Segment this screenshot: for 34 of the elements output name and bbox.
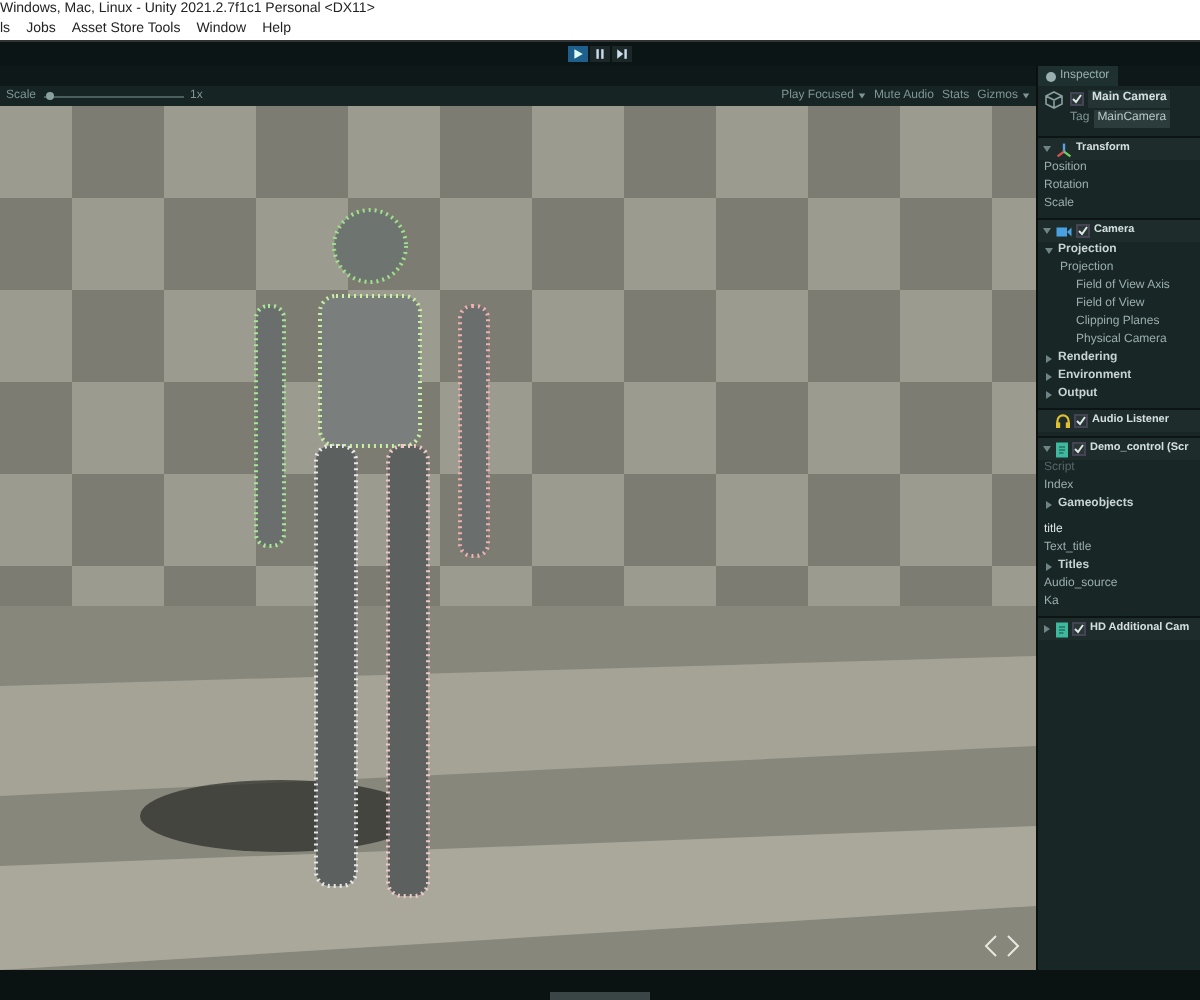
checkbox[interactable]	[1076, 224, 1090, 238]
checkbox[interactable]	[1072, 622, 1086, 636]
collapsed-arrow-icon[interactable]	[1044, 390, 1054, 400]
script-icon	[1056, 621, 1068, 637]
scale-slider[interactable]	[44, 92, 185, 100]
collapsed-arrow-icon[interactable]	[1044, 354, 1054, 364]
slider-thumb[interactable]	[46, 92, 55, 100]
dropdown-caret-icon	[857, 92, 866, 100]
play-button[interactable]	[568, 46, 588, 62]
checkbox[interactable]	[1070, 92, 1084, 106]
script-icon	[1056, 441, 1068, 457]
checkbox[interactable]	[1074, 414, 1088, 428]
expanded-arrow-icon[interactable]	[1042, 444, 1052, 454]
collapsed-arrow-icon[interactable]	[1044, 372, 1054, 382]
step-icon	[616, 48, 628, 60]
dropdown-caret-icon	[1022, 92, 1030, 100]
checkbox[interactable]	[1072, 442, 1086, 456]
play-icon	[572, 48, 584, 60]
collapsed-arrow-icon[interactable]	[1044, 562, 1054, 572]
chevron-left-icon[interactable]	[984, 934, 998, 958]
collapsed-arrow-icon[interactable]	[1044, 500, 1054, 510]
camera-icon	[1056, 225, 1072, 237]
pause-icon	[594, 48, 606, 60]
cube-icon	[1044, 90, 1064, 110]
expanded-arrow-icon[interactable]	[1042, 144, 1052, 154]
headphones-icon	[1056, 414, 1070, 428]
expanded-arrow-icon[interactable]	[1042, 226, 1052, 236]
axes-icon	[1056, 141, 1072, 157]
pause-button[interactable]	[590, 46, 610, 62]
collapsed-arrow-icon[interactable]	[1042, 624, 1052, 634]
step-button[interactable]	[612, 46, 632, 62]
expanded-arrow-icon[interactable]	[1044, 246, 1054, 256]
info-icon	[1046, 71, 1056, 81]
chevron-right-icon[interactable]	[1006, 934, 1020, 958]
